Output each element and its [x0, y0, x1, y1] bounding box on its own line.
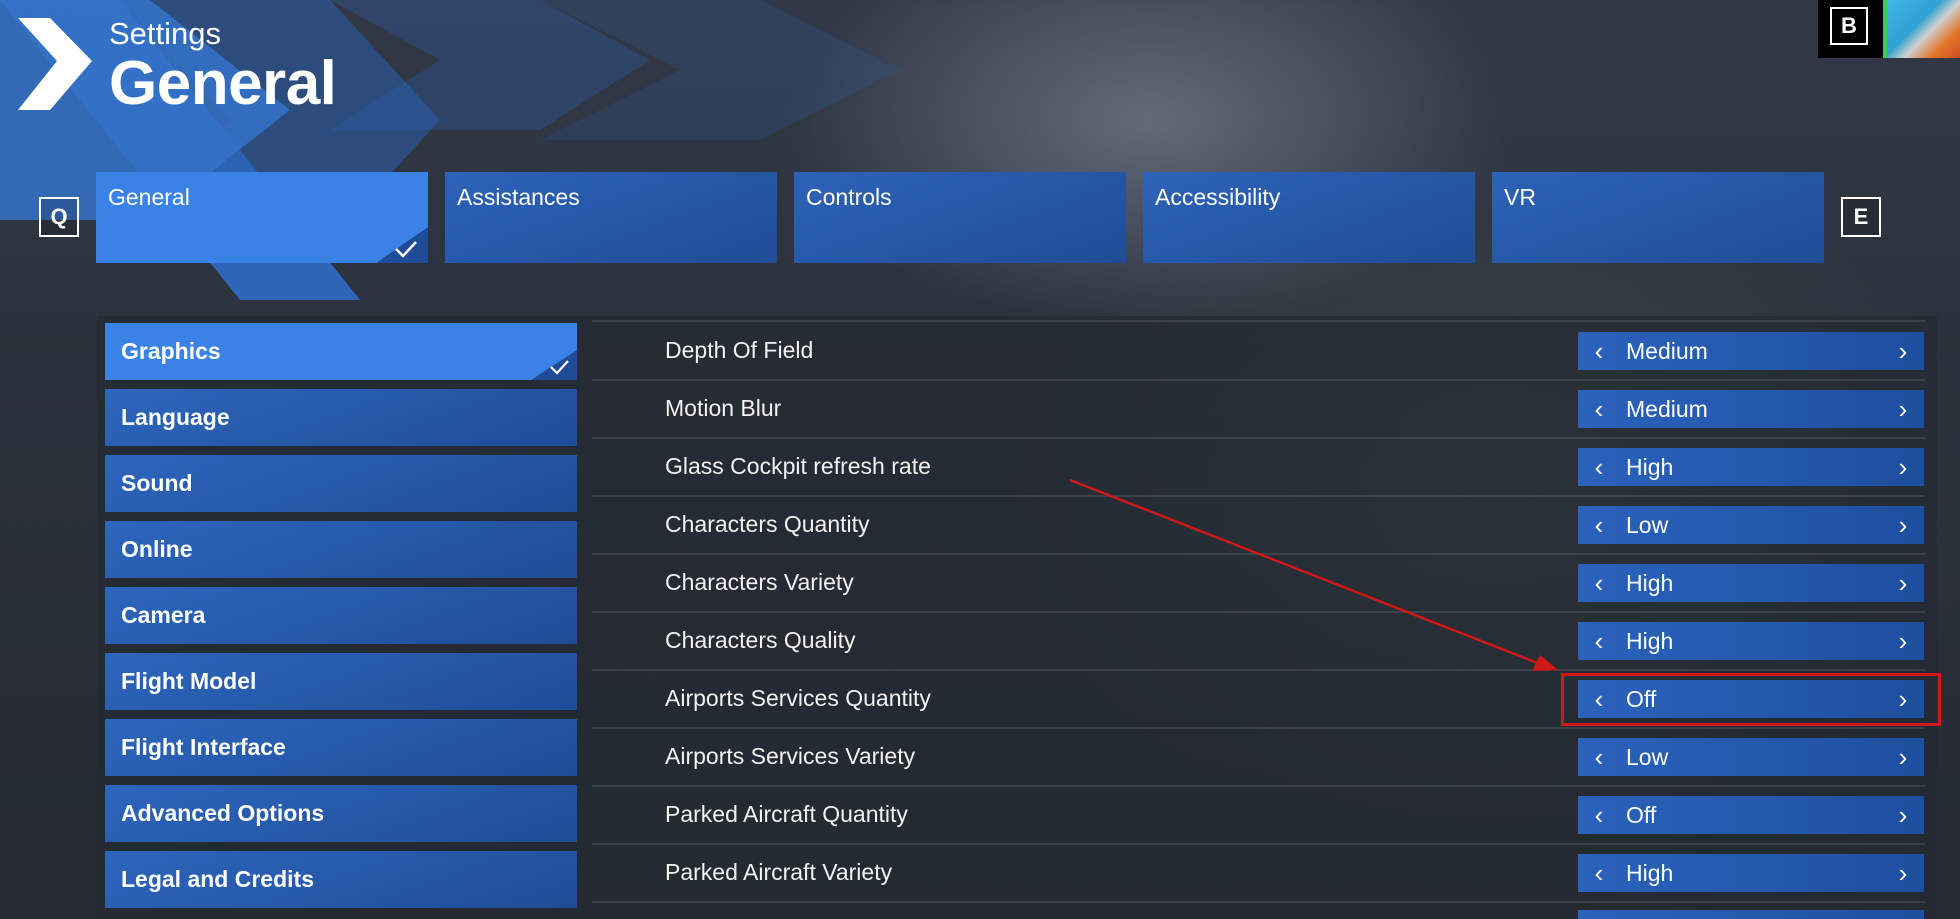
setting-row-depth-of-field[interactable]: Depth Of Field ‹ Medium › — [592, 322, 1925, 381]
sidebar-item-flight-model[interactable]: Flight Model — [105, 653, 577, 710]
setting-row-motion-blur[interactable]: Motion Blur ‹ Medium › — [592, 380, 1925, 439]
selector-value: High — [1626, 860, 1674, 886]
setting-label: Parked Aircraft Variety — [665, 859, 893, 885]
chevron-right-icon[interactable]: › — [1888, 448, 1918, 486]
chevron-right-icon[interactable]: › — [1888, 332, 1918, 370]
page-title: General — [109, 49, 337, 118]
setting-row-characters-variety[interactable]: Characters Variety ‹ High › — [592, 554, 1925, 613]
setting-row-airports-services-variety[interactable]: Airports Services Variety ‹ Low › — [592, 728, 1925, 787]
sidebar-item-label: Advanced Options — [121, 800, 325, 826]
prev-tab-key[interactable]: Q — [39, 197, 79, 237]
sidebar-item-label: Camera — [121, 602, 206, 628]
tab-label: VR — [1504, 184, 1536, 210]
setting-label: Airports Services Quantity — [665, 685, 931, 711]
tab-label: Controls — [806, 184, 892, 210]
selector-value: Low — [1626, 512, 1669, 538]
value-selector[interactable]: ‹ Low › — [1578, 506, 1924, 544]
chevron-right-icon[interactable]: › — [1888, 622, 1918, 660]
chevron-right-icon[interactable]: › — [1888, 854, 1918, 892]
chevron-right-icon[interactable]: › — [1888, 390, 1918, 428]
value-selector[interactable]: ‹ High › — [1578, 448, 1924, 486]
tab-label: General — [108, 184, 190, 210]
page-header: Settings General — [109, 16, 337, 118]
selector-value: Low — [1626, 744, 1669, 770]
chevron-left-icon[interactable]: ‹ — [1584, 796, 1614, 834]
setting-label: Parked Aircraft Quantity — [665, 801, 908, 827]
sidebar-item-label: Graphics — [121, 338, 221, 364]
chevron-left-icon[interactable]: ‹ — [1584, 448, 1614, 486]
setting-row-glass-cockpit-refresh-rate[interactable]: Glass Cockpit refresh rate ‹ High › — [592, 438, 1925, 497]
tab-general[interactable]: General — [96, 172, 428, 263]
chevron-right-icon[interactable]: › — [1888, 738, 1918, 776]
back-key-hint[interactable]: B — [1818, 0, 1883, 58]
selector-value: High — [1626, 570, 1674, 596]
sidebar-item-graphics[interactable]: Graphics — [105, 323, 577, 380]
chevron-left-icon[interactable]: ‹ — [1584, 622, 1614, 660]
next-tab-key[interactable]: E — [1841, 197, 1881, 237]
chevron-right-icon[interactable]: › — [1888, 506, 1918, 544]
value-selector[interactable]: ‹ High › — [1578, 622, 1924, 660]
chevron-right-icon[interactable]: › — [1888, 564, 1918, 602]
value-selector[interactable]: ‹ Off › — [1578, 796, 1924, 834]
checkmark-icon — [531, 350, 577, 380]
chevron-right-icon[interactable]: › — [1888, 796, 1918, 834]
value-selector[interactable]: ‹ Medium › — [1578, 332, 1924, 370]
sidebar-item-label: Flight Interface — [121, 734, 286, 760]
back-key-label: B — [1830, 7, 1868, 45]
chevron-left-icon[interactable]: ‹ — [1584, 564, 1614, 602]
sidebar-item-label: Language — [121, 404, 230, 430]
value-selector[interactable]: ‹ High › — [1578, 564, 1924, 602]
checkmark-icon — [376, 227, 428, 263]
chevron-left-icon[interactable]: ‹ — [1584, 738, 1614, 776]
setting-label: Depth Of Field — [665, 337, 814, 363]
setting-row-parked-aircraft-variety[interactable]: Parked Aircraft Variety ‹ High › — [592, 844, 1925, 903]
chevron-left-icon[interactable]: ‹ — [1584, 390, 1614, 428]
setting-label: Airports Services Variety — [665, 743, 916, 769]
selector-value: High — [1626, 628, 1674, 654]
value-selector[interactable]: ‹ High › — [1578, 854, 1924, 892]
setting-label: Characters Quality — [665, 627, 856, 653]
value-selector[interactable]: ‹ Medium › — [1578, 390, 1924, 428]
tab-vr[interactable]: VR — [1492, 172, 1824, 263]
sidebar-item-online[interactable]: Online — [105, 521, 577, 578]
page-subtitle: Settings — [109, 16, 222, 51]
value-selector-partial[interactable] — [1578, 910, 1924, 919]
setting-row-characters-quantity[interactable]: Characters Quantity ‹ Low › — [592, 496, 1925, 555]
sidebar-item-label: Legal and Credits — [121, 866, 314, 892]
tab-label: Assistances — [457, 184, 580, 210]
setting-label: Glass Cockpit refresh rate — [665, 453, 931, 479]
setting-label: Characters Variety — [665, 569, 854, 595]
setting-label: Characters Quantity — [665, 511, 870, 537]
chevron-left-icon[interactable]: ‹ — [1584, 332, 1614, 370]
tab-label: Accessibility — [1155, 184, 1281, 210]
tab-controls[interactable]: Controls — [794, 172, 1126, 263]
sidebar-item-language[interactable]: Language — [105, 389, 577, 446]
chevron-left-icon[interactable]: ‹ — [1584, 854, 1614, 892]
sidebar-item-label: Sound — [121, 470, 193, 496]
setting-row-characters-quality[interactable]: Characters Quality ‹ High › — [592, 612, 1925, 671]
avatar[interactable] — [1883, 0, 1960, 58]
selector-value: Medium — [1626, 396, 1708, 422]
selector-value: Medium — [1626, 338, 1708, 364]
sidebar-item-legal-and-credits[interactable]: Legal and Credits — [105, 851, 577, 908]
sidebar-item-label: Flight Model — [121, 668, 257, 694]
chevron-left-icon[interactable]: ‹ — [1584, 506, 1614, 544]
annotation-highlight-box — [1561, 673, 1941, 726]
tab-assistances[interactable]: Assistances — [445, 172, 777, 263]
sidebar-item-advanced-options[interactable]: Advanced Options — [105, 785, 577, 842]
sidebar-item-label: Online — [121, 536, 193, 562]
selector-value: Off — [1626, 802, 1657, 828]
sidebar-item-flight-interface[interactable]: Flight Interface — [105, 719, 577, 776]
setting-label: Motion Blur — [665, 395, 782, 421]
sidebar-item-sound[interactable]: Sound — [105, 455, 577, 512]
setting-row-parked-aircraft-quantity[interactable]: Parked Aircraft Quantity ‹ Off › — [592, 786, 1925, 845]
tab-accessibility[interactable]: Accessibility — [1143, 172, 1475, 263]
selector-value: High — [1626, 454, 1674, 480]
sidebar-item-camera[interactable]: Camera — [105, 587, 577, 644]
value-selector[interactable]: ‹ Low › — [1578, 738, 1924, 776]
